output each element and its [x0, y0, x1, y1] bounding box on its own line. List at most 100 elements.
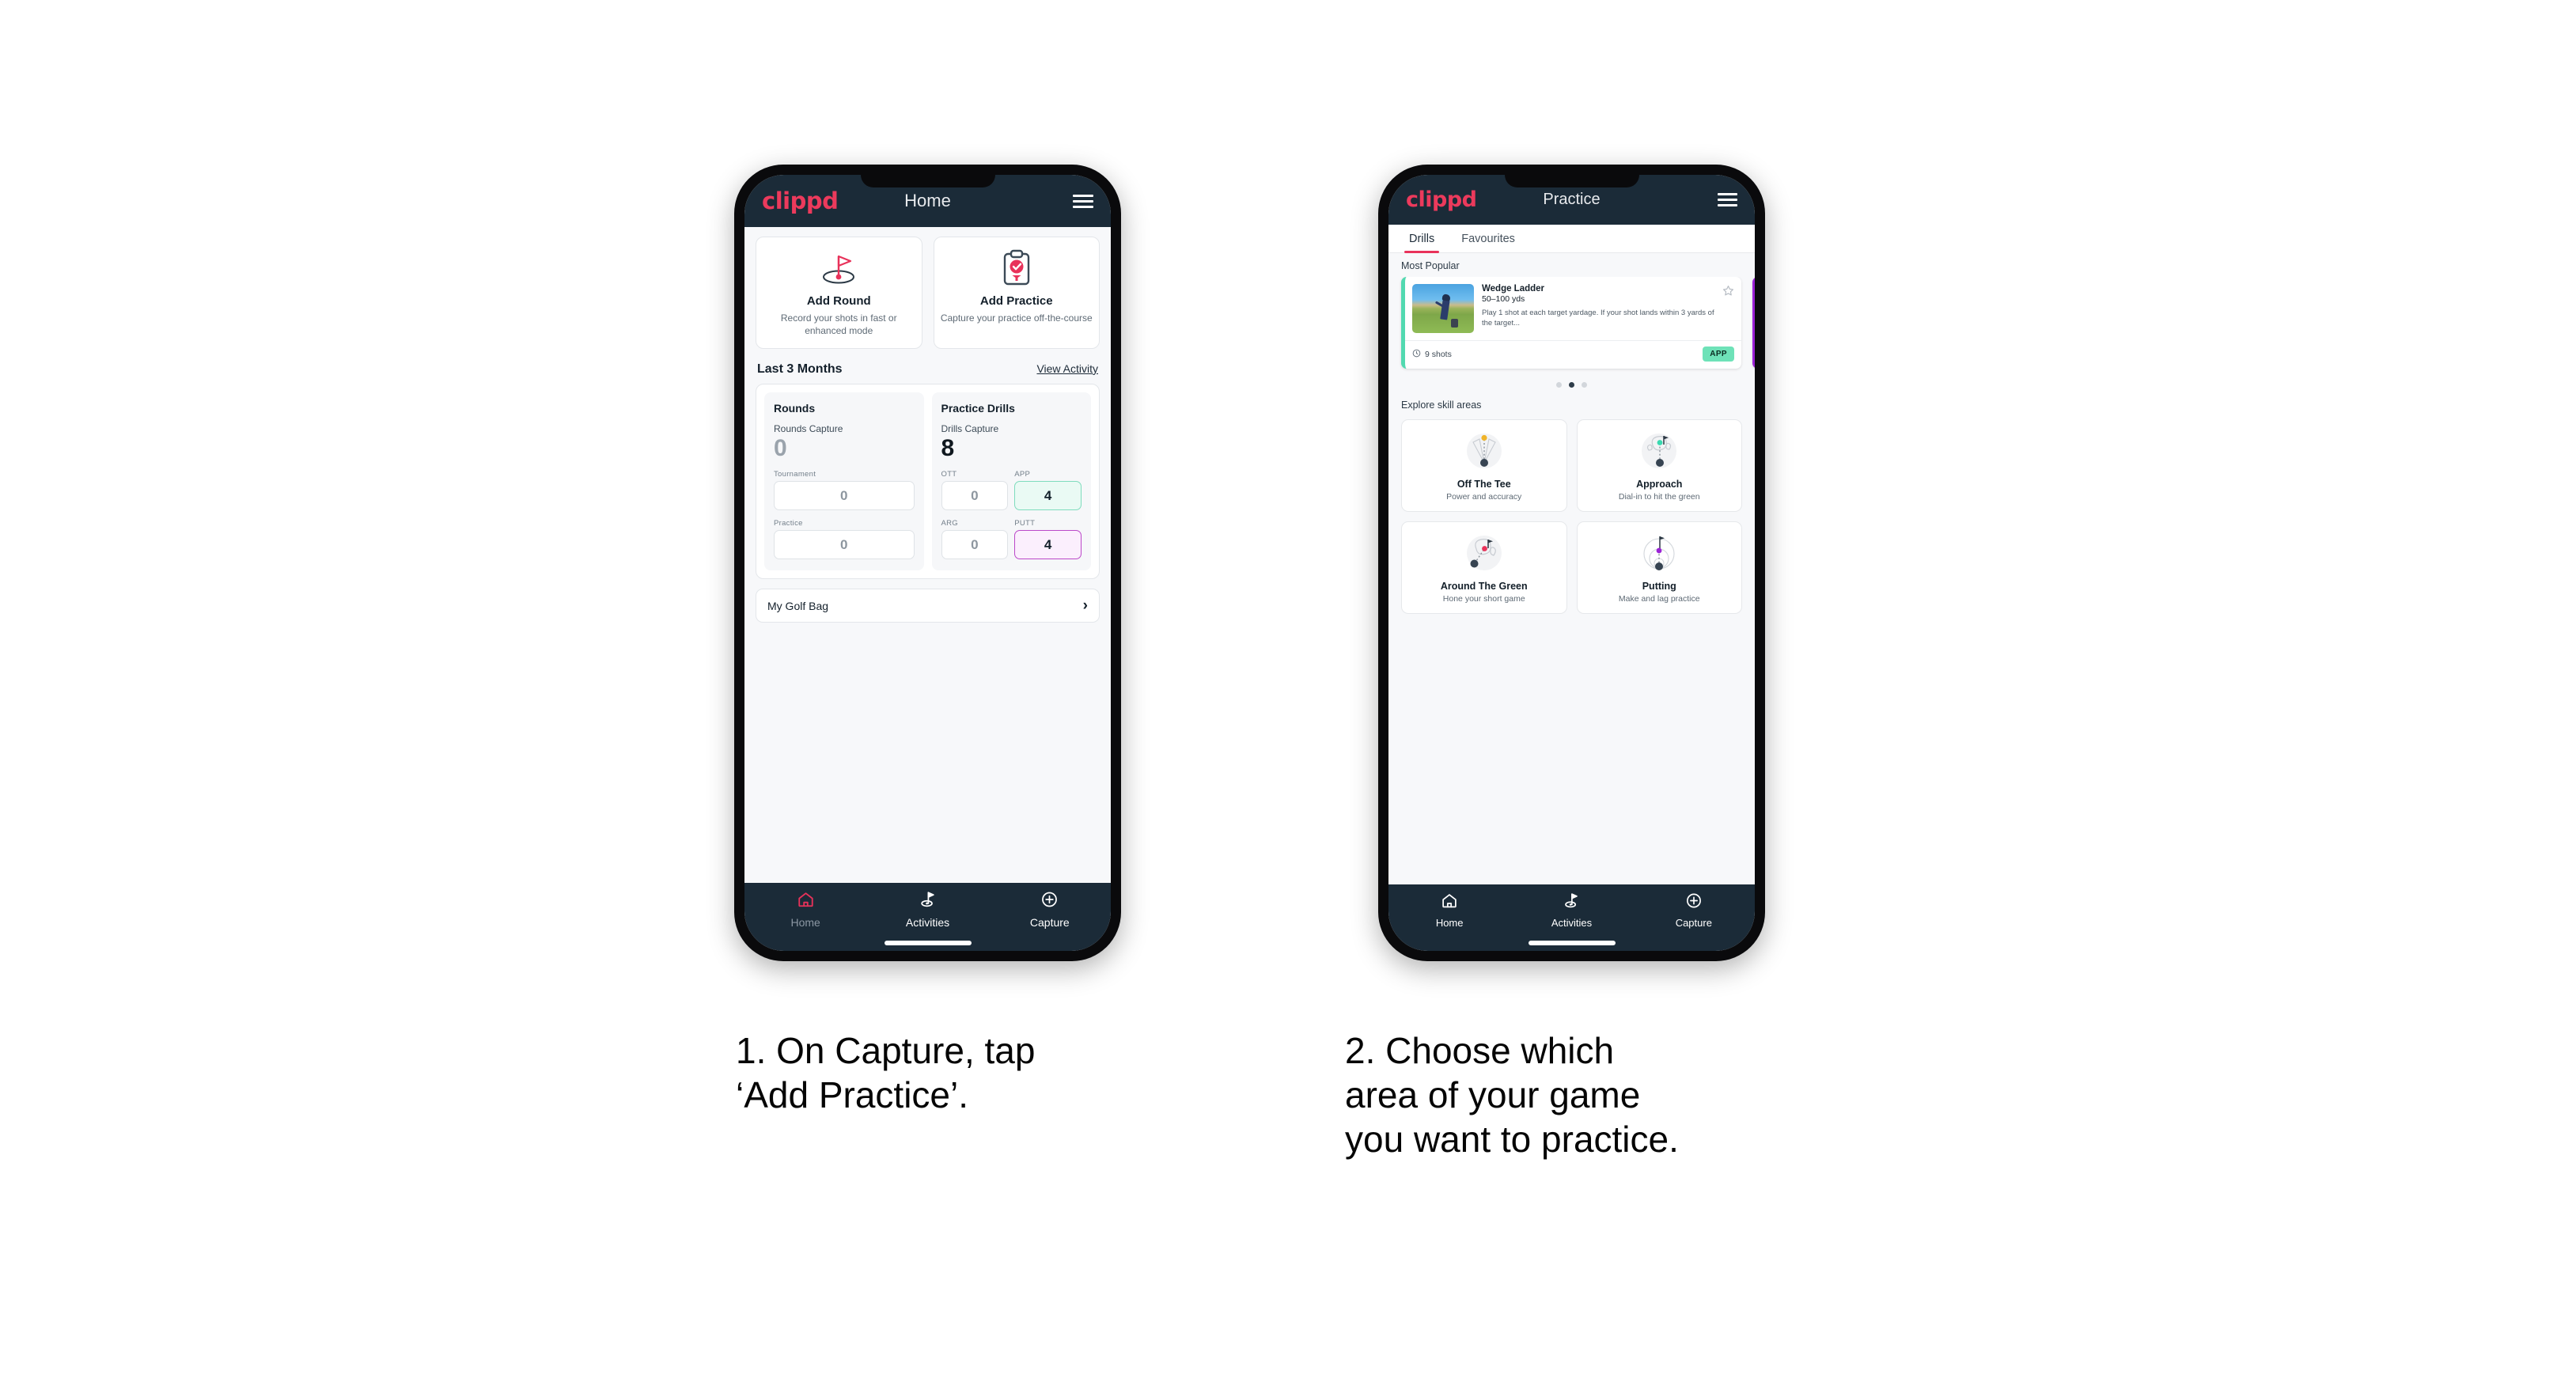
drill-carousel[interactable]: Wedge Ladder 50–100 yds Play 1 shot at e… — [1388, 277, 1755, 375]
caption-step-2: 2. Choose which area of your game you wa… — [1345, 1030, 1679, 1161]
plus-circle-icon — [1685, 892, 1703, 913]
putt-value[interactable]: 4 — [1014, 530, 1082, 560]
nav-item-activities[interactable]: Activities — [866, 891, 988, 929]
drill-yardage: 50–100 yds — [1482, 294, 1525, 304]
chip-to-green-icon — [1407, 531, 1562, 577]
clipboard-check-tee-icon — [941, 248, 1093, 288]
hamburger-bar — [1073, 205, 1093, 208]
phone-mockup-home: clippd Home Add Round Record your shots … — [734, 165, 1121, 961]
rounds-total: 0 — [774, 434, 787, 461]
arg-label: ARG — [941, 519, 958, 528]
home-indicator — [884, 941, 972, 945]
skill-card-putting[interactable]: Putting Make and lag practice — [1576, 521, 1742, 614]
home-icon — [1441, 892, 1458, 913]
drill-card-wedge-ladder[interactable]: Wedge Ladder 50–100 yds Play 1 shot at e… — [1401, 277, 1741, 369]
my-golf-bag-label: My Golf Bag — [767, 599, 829, 612]
skill-subtitle: Make and lag practice — [1618, 594, 1700, 604]
hamburger-icon[interactable] — [1073, 194, 1093, 208]
view-activity-link[interactable]: View Activity — [1036, 362, 1098, 375]
tournament-value[interactable]: 0 — [774, 481, 915, 511]
nav-label-home: Home — [790, 916, 820, 929]
skill-name: Around The Green — [1440, 581, 1528, 592]
nav-item-activities[interactable]: Activities — [1510, 892, 1632, 929]
clippd-logo[interactable]: clippd — [1406, 187, 1477, 212]
nav-item-home[interactable]: Home — [744, 891, 866, 929]
carousel-dot-active[interactable] — [1569, 382, 1574, 388]
hamburger-bar — [1718, 193, 1737, 195]
nav-label-activities: Activities — [1551, 917, 1593, 929]
drill-category-badge: APP — [1703, 346, 1734, 362]
practice-label: Practice — [774, 519, 803, 528]
star-outline-icon[interactable] — [1722, 285, 1734, 340]
practice-content: Drills Favourites Most Popular Wedge Lad… — [1388, 225, 1755, 884]
app-value[interactable]: 4 — [1014, 481, 1082, 511]
add-round-title: Add Round — [806, 294, 871, 308]
arg-value[interactable]: 0 — [941, 530, 1009, 560]
nav-item-capture[interactable]: Capture — [1633, 892, 1755, 929]
skill-name: Off The Tee — [1457, 479, 1511, 490]
drill-thumbnail — [1412, 284, 1474, 333]
carousel-dot[interactable] — [1582, 382, 1587, 388]
drill-description: Play 1 shot at each target yardage. If y… — [1482, 309, 1714, 328]
phone-screen-home: clippd Home Add Round Record your shots … — [744, 175, 1111, 951]
most-popular-label: Most Popular — [1401, 260, 1460, 271]
skill-subtitle: Dial-in to hit the green — [1618, 492, 1700, 502]
hamburger-icon[interactable] — [1718, 193, 1737, 206]
tournament-label: Tournament — [774, 470, 816, 479]
golf-bag-object — [1451, 319, 1459, 328]
hamburger-bar — [1073, 199, 1093, 203]
stats-card: Rounds Rounds Capture 0 Tournament 0 Pra… — [756, 383, 1100, 580]
add-round-card[interactable]: Add Round Record your shots in fast or e… — [756, 237, 922, 349]
drill-card-next-preview[interactable] — [1752, 277, 1755, 369]
ott-value[interactable]: 0 — [941, 481, 1009, 511]
explore-skill-areas-label: Explore skill areas — [1401, 400, 1482, 411]
hamburger-bar — [1718, 204, 1737, 206]
carousel-dot[interactable] — [1556, 382, 1562, 388]
skill-name: Approach — [1636, 479, 1683, 490]
skill-card-approach[interactable]: Approach Dial-in to hit the green — [1576, 419, 1742, 512]
skill-areas-grid: Off The Tee Power and accuracy Approach … — [1388, 416, 1755, 614]
home-indicator — [1528, 941, 1616, 945]
bottom-nav-home: Home Activities Capture — [744, 883, 1111, 951]
putt-label: PUTT — [1014, 519, 1036, 528]
add-practice-subtitle: Capture your practice off-the-course — [940, 312, 1093, 324]
practice-tabs: Drills Favourites — [1388, 225, 1755, 253]
nav-item-capture[interactable]: Capture — [989, 891, 1111, 929]
home-content: Add Round Record your shots in fast or e… — [744, 227, 1111, 883]
nav-item-home[interactable]: Home — [1388, 892, 1510, 929]
nav-label-capture: Capture — [1029, 916, 1070, 929]
add-practice-title: Add Practice — [979, 294, 1053, 308]
practice-value[interactable]: 0 — [774, 530, 915, 560]
skill-subtitle: Hone your short game — [1442, 594, 1525, 604]
tab-favourites[interactable]: Favourites — [1457, 225, 1520, 252]
hamburger-bar — [1718, 199, 1737, 201]
clock-icon — [1412, 349, 1421, 360]
add-practice-card[interactable]: Add Practice Capture your practice off-t… — [933, 237, 1100, 349]
skill-card-off-the-tee[interactable]: Off The Tee Power and accuracy — [1401, 419, 1567, 512]
bottom-nav-practice: Home Activities Capture — [1388, 884, 1755, 951]
practice-drills-column: Practice Drills Drills Capture 8 OTT 0 A… — [931, 392, 1091, 571]
last-3-months-header: Last 3 Months View Activity — [756, 349, 1100, 384]
golf-flag-icon — [1563, 892, 1580, 913]
nav-label-activities: Activities — [905, 916, 950, 929]
drill-title: Wedge Ladder — [1482, 284, 1545, 293]
add-round-subtitle: Record your shots in fast or enhanced mo… — [780, 312, 897, 336]
phone-screen-practice: clippd Practice Drills Favourites Most P… — [1388, 175, 1755, 951]
app-label: APP — [1014, 470, 1031, 479]
drills-capture-label: Drills Capture — [941, 422, 999, 434]
phone-notch — [1504, 175, 1639, 187]
skill-card-around-the-green[interactable]: Around The Green Hone your short game — [1401, 521, 1567, 614]
hamburger-bar — [1073, 194, 1093, 197]
golf-flag-icon — [919, 891, 937, 912]
tab-drills[interactable]: Drills — [1404, 225, 1440, 253]
clippd-logo[interactable]: clippd — [762, 187, 839, 214]
my-golf-bag-row[interactable]: My Golf Bag › — [756, 589, 1100, 623]
chevron-right-icon: › — [1082, 597, 1088, 615]
ott-label: OTT — [941, 470, 957, 479]
skill-subtitle: Power and accuracy — [1446, 492, 1522, 502]
carousel-dots[interactable] — [1388, 375, 1755, 391]
tee-dispersion-icon — [1407, 429, 1562, 475]
green-approach-icon — [1582, 429, 1737, 475]
drill-shots: 9 shots — [1412, 349, 1452, 360]
rounds-column: Rounds Rounds Capture 0 Tournament 0 Pra… — [764, 392, 924, 571]
